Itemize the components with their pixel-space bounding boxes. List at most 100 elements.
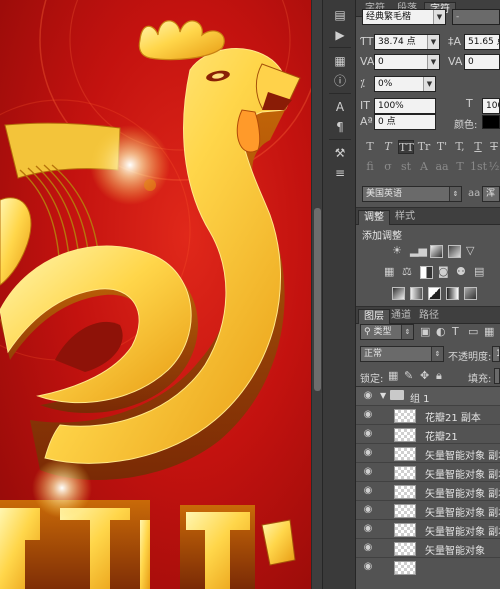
faux-italic-button[interactable]: T: [380, 140, 396, 154]
horizontal-scale-field[interactable]: 100: [482, 98, 500, 114]
gradient-map-icon[interactable]: [446, 287, 459, 300]
blend-mode-select[interactable]: 正常 ⇕: [360, 346, 444, 362]
font-style-select[interactable]: -: [452, 9, 500, 25]
info-icon[interactable]: ⓘ: [331, 72, 349, 90]
lock-transparent-icon[interactable]: ▦: [388, 369, 398, 383]
character-icon[interactable]: A: [331, 98, 349, 116]
eye-icon[interactable]: ◉: [362, 504, 374, 516]
ordinals-button[interactable]: 1st: [470, 160, 487, 174]
hue-saturation-icon[interactable]: ▦: [384, 265, 394, 279]
fill-field[interactable]: 10: [494, 368, 500, 384]
layer-row[interactable]: ◉ 矢量智能对象 副本: [356, 444, 500, 463]
tab-paths[interactable]: 路径: [414, 309, 444, 324]
font-family-select[interactable]: 经典繁毛楷 ▼: [362, 9, 446, 25]
superscript-button[interactable]: T': [434, 140, 450, 154]
faux-bold-button[interactable]: T: [362, 140, 378, 154]
lock-all-icon[interactable]: 🔒︎: [436, 369, 442, 383]
titling-alternates-button[interactable]: T: [452, 160, 468, 174]
filter-smart-object-icon[interactable]: ▦: [484, 325, 494, 339]
tab-adjustments[interactable]: 调整: [358, 210, 390, 225]
canvas-vertical-scrollbar[interactable]: [311, 0, 322, 589]
layer-row[interactable]: ◉ 矢量智能对象 副本: [356, 463, 500, 482]
channel-mixer-icon[interactable]: ⚉: [456, 265, 466, 279]
layer-row[interactable]: ◉ 矢量智能对象 副本: [356, 501, 500, 520]
expand-arrow-icon[interactable]: ▼: [380, 391, 386, 400]
eye-icon[interactable]: ◉: [362, 561, 374, 573]
ligature-button[interactable]: fi: [362, 160, 378, 174]
chevron-down-icon[interactable]: ⇕: [401, 325, 413, 339]
filter-adjustment-icon[interactable]: ◐: [436, 325, 446, 339]
layer-row[interactable]: ◉: [356, 558, 500, 577]
chevron-down-icon[interactable]: ▼: [423, 77, 435, 91]
play-icon[interactable]: ▶: [331, 26, 349, 44]
opacity-field[interactable]: 10: [492, 346, 500, 362]
all-caps-button[interactable]: TT: [398, 140, 414, 154]
eye-icon[interactable]: ◉: [362, 390, 374, 402]
layer-row[interactable]: ◉ 矢量智能对象 副本: [356, 482, 500, 501]
filter-type-icon[interactable]: T: [452, 325, 459, 339]
discretionary-ligature-button[interactable]: st: [398, 160, 414, 174]
posterize-icon[interactable]: [410, 287, 423, 300]
document-canvas[interactable]: [0, 0, 311, 589]
tsume-field[interactable]: 0% ▼: [374, 76, 436, 92]
selective-color-icon[interactable]: [464, 287, 477, 300]
layer-group-row[interactable]: ◉ ▼ 组 1: [356, 387, 500, 406]
black-white-icon[interactable]: [420, 266, 433, 279]
underline-button[interactable]: T: [470, 140, 486, 154]
chevron-down-icon[interactable]: ▼: [427, 35, 439, 49]
eye-icon[interactable]: ◉: [362, 523, 374, 535]
invert-icon[interactable]: [392, 287, 405, 300]
swash-button[interactable]: A: [416, 160, 432, 174]
layer-filter-select[interactable]: ⚲ 类型 ⇕: [360, 324, 414, 340]
lock-position-icon[interactable]: ✥: [420, 369, 429, 383]
scrollbar-thumb[interactable]: [314, 208, 321, 391]
exposure-icon[interactable]: [448, 245, 461, 258]
small-caps-button[interactable]: Tr: [416, 140, 432, 154]
chevron-down-icon[interactable]: ▼: [427, 55, 439, 69]
strikethrough-button[interactable]: T: [486, 140, 500, 154]
photo-filter-icon[interactable]: ◙: [438, 265, 449, 279]
paragraph-icon[interactable]: ¶: [331, 118, 349, 136]
chevron-down-icon[interactable]: ▼: [433, 10, 445, 24]
baseline-shift-field[interactable]: 0 点: [374, 114, 436, 130]
layer-row[interactable]: ◉ 花瓣21: [356, 425, 500, 444]
tab-channels[interactable]: 通道: [386, 309, 416, 324]
fractions-button[interactable]: ½: [486, 160, 500, 174]
styles-icon[interactable]: ≡: [331, 164, 349, 182]
color-lookup-icon[interactable]: ▤: [474, 265, 484, 279]
leading-field[interactable]: 51.65 点: [464, 34, 500, 50]
kerning-field[interactable]: 0 ▼: [374, 54, 440, 70]
brush-presets-icon[interactable]: ▦: [331, 52, 349, 70]
brightness-contrast-icon[interactable]: ☀: [392, 244, 402, 258]
layer-row[interactable]: ◉ 矢量智能对象: [356, 539, 500, 558]
vertical-scale-field[interactable]: 100%: [374, 98, 436, 114]
tab-styles[interactable]: 样式: [390, 210, 420, 225]
eye-icon[interactable]: ◉: [362, 466, 374, 478]
filter-pixel-icon[interactable]: ▣: [420, 325, 430, 339]
antialias-select[interactable]: 浑: [482, 186, 500, 202]
lock-pixels-icon[interactable]: ✎: [404, 369, 413, 383]
color-balance-icon[interactable]: ⚖: [402, 265, 412, 279]
filter-shape-icon[interactable]: ▭: [468, 325, 478, 339]
chevron-down-icon[interactable]: ⇕: [431, 347, 443, 361]
language-select[interactable]: 美国英语 ⇕: [362, 186, 462, 202]
eye-icon[interactable]: ◉: [362, 542, 374, 554]
eye-icon[interactable]: ◉: [362, 485, 374, 497]
tracking-field[interactable]: 0: [464, 54, 500, 70]
eye-icon[interactable]: ◉: [362, 409, 374, 421]
levels-icon[interactable]: ▂▅: [410, 244, 427, 258]
tool-presets-icon[interactable]: ⚒: [331, 144, 349, 162]
old-style-button[interactable]: σ: [380, 160, 396, 174]
eye-icon[interactable]: ◉: [362, 428, 374, 440]
text-color-swatch[interactable]: [482, 115, 500, 129]
threshold-icon[interactable]: [428, 287, 441, 300]
stylistic-alternates-button[interactable]: aa: [434, 160, 450, 174]
eye-icon[interactable]: ◉: [362, 447, 374, 459]
history-icon[interactable]: ▤: [331, 6, 349, 24]
subscript-button[interactable]: T,: [452, 140, 468, 154]
chevron-down-icon[interactable]: ⇕: [449, 187, 461, 201]
vibrance-icon[interactable]: ▽: [466, 244, 474, 258]
layer-row[interactable]: ◉ 矢量智能对象 副本: [356, 520, 500, 539]
curves-icon[interactable]: [430, 245, 443, 258]
layer-row[interactable]: ◉ 花瓣21 副本: [356, 406, 500, 425]
